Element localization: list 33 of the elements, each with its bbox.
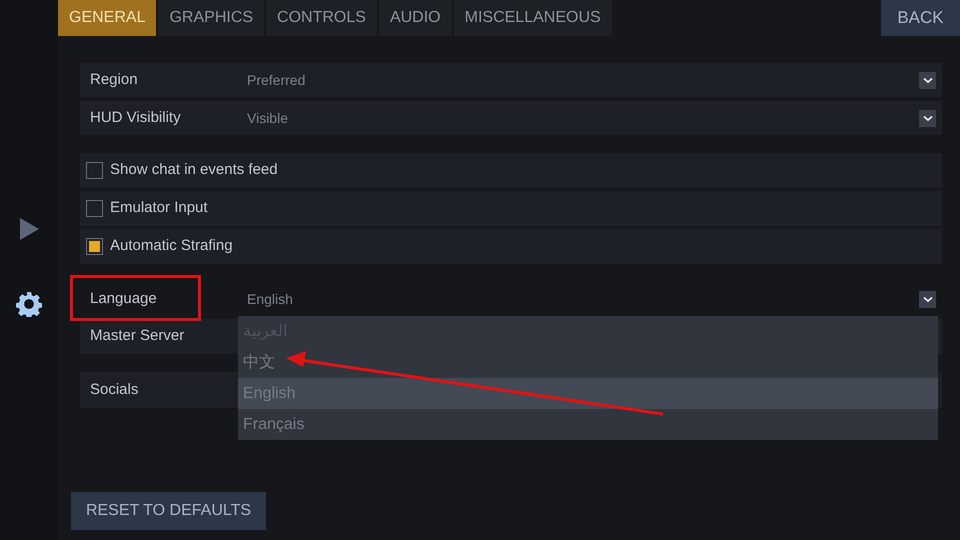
checkbox[interactable] bbox=[86, 200, 103, 217]
tab[interactable]: AUDIO bbox=[378, 0, 452, 36]
setting-label: HUD Visibility bbox=[90, 108, 182, 128]
dropdown-row[interactable]: Region Preferred bbox=[80, 63, 942, 97]
back-button[interactable]: BACK bbox=[881, 0, 960, 36]
chevron-down-icon[interactable] bbox=[919, 72, 936, 88]
setting-label: Master Server bbox=[90, 326, 184, 346]
play-icon[interactable] bbox=[18, 217, 40, 241]
tab[interactable]: CONTROLS bbox=[266, 0, 377, 36]
checkbox-row[interactable]: Emulator Input bbox=[80, 191, 942, 226]
setting-value: Visible bbox=[247, 108, 289, 128]
checkbox[interactable] bbox=[86, 162, 103, 179]
setting-label: Region bbox=[90, 70, 139, 90]
dropdown-row[interactable]: HUD Visibility Visible bbox=[80, 101, 942, 135]
chevron-down-icon[interactable] bbox=[919, 110, 936, 126]
checkbox-label: Show chat in events feed bbox=[110, 160, 278, 180]
tab[interactable]: GRAPHICS bbox=[158, 0, 264, 36]
settings-icon[interactable] bbox=[16, 291, 42, 317]
checkbox-row[interactable]: Show chat in events feed bbox=[80, 153, 942, 188]
setting-value: English bbox=[247, 290, 294, 309]
menu-option[interactable]: Français bbox=[238, 409, 938, 440]
menu-option[interactable]: 中文 bbox=[238, 347, 938, 378]
checkbox[interactable] bbox=[86, 238, 103, 255]
tab[interactable]: MISCELLANEOUS bbox=[454, 0, 612, 36]
setting-value: Preferred bbox=[247, 70, 306, 90]
checkbox-row[interactable]: Automatic Strafing bbox=[80, 229, 942, 264]
checkbox-label: Emulator Input bbox=[110, 198, 208, 218]
tab[interactable]: GENERAL bbox=[58, 0, 156, 36]
checkbox-label: Automatic Strafing bbox=[110, 236, 233, 256]
chevron-down-icon[interactable] bbox=[919, 290, 936, 308]
setting-label: Socials bbox=[90, 380, 138, 400]
setting-label: Language bbox=[90, 288, 158, 309]
reset-button[interactable]: RESET TO DEFAULTS bbox=[71, 492, 266, 530]
